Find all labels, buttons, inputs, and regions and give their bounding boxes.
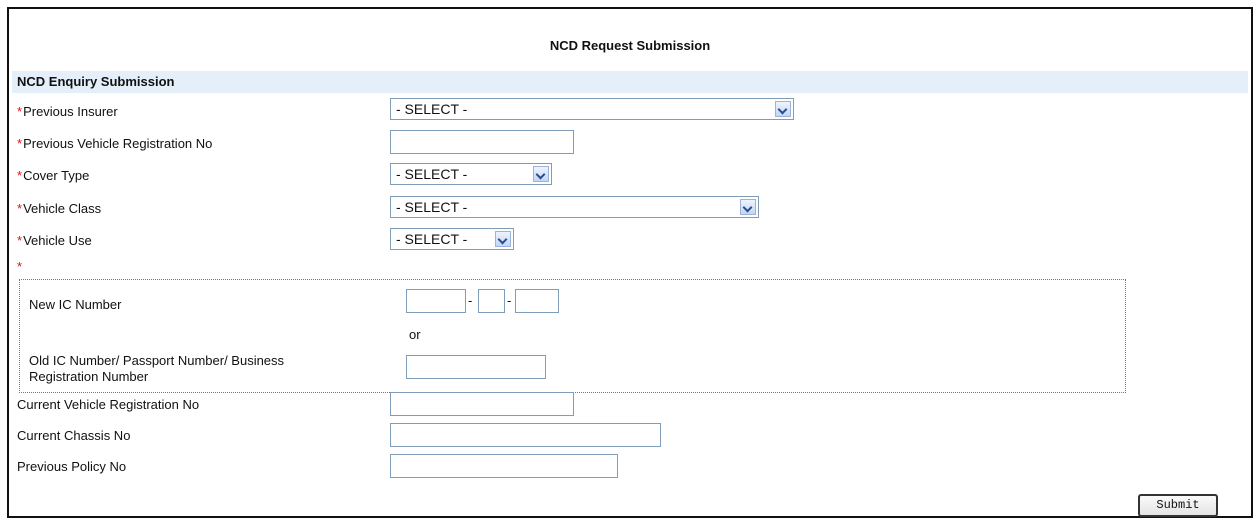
vehicle-use-label: *Vehicle Use (17, 233, 92, 248)
new-ic-part2-input[interactable] (478, 289, 505, 313)
form-panel: NCD Request Submission NCD Enquiry Submi… (7, 7, 1253, 518)
ic-separator: - (468, 293, 473, 308)
previous-insurer-label: *Previous Insurer (17, 104, 118, 119)
chevron-down-icon[interactable] (775, 101, 791, 117)
ic-separator: - (507, 293, 512, 308)
required-asterisk: * (17, 168, 23, 183)
submit-button[interactable]: Submit (1138, 494, 1218, 517)
old-ic-input[interactable] (406, 355, 546, 379)
current-chassis-label: Current Chassis No (17, 428, 131, 443)
new-ic-part1-input[interactable] (406, 289, 466, 313)
previous-insurer-select[interactable]: - SELECT - (390, 98, 794, 120)
previous-policy-label: Previous Policy No (17, 459, 127, 474)
previous-policy-input[interactable] (390, 454, 618, 478)
previous-vehicle-reg-label: *Previous Vehicle Registration No (17, 136, 213, 151)
cover-type-select[interactable]: - SELECT - (390, 163, 552, 185)
ic-number-group: New IC Number - - or Old IC Number/ Pass… (19, 279, 1126, 393)
current-vehicle-reg-label: Current Vehicle Registration No (17, 397, 200, 412)
previous-vehicle-reg-input[interactable] (390, 130, 574, 154)
new-ic-label: New IC Number (29, 297, 122, 312)
required-asterisk: * (17, 136, 23, 151)
chevron-down-icon[interactable] (740, 199, 756, 215)
ic-required-asterisk: * (17, 259, 23, 274)
page-title: NCD Request Submission (549, 38, 711, 53)
new-ic-part3-input[interactable] (515, 289, 559, 313)
section-header: NCD Enquiry Submission (12, 71, 1248, 93)
required-asterisk: * (17, 104, 23, 119)
vehicle-class-label: *Vehicle Class (17, 201, 102, 216)
current-vehicle-reg-input[interactable] (390, 392, 574, 416)
cover-type-label: *Cover Type (17, 168, 90, 183)
old-ic-label-line1: Old IC Number/ Passport Number/ Business (29, 353, 285, 368)
old-ic-label-line2: Registration Number (29, 369, 149, 384)
chevron-down-icon[interactable] (495, 231, 511, 247)
vehicle-class-select[interactable]: - SELECT - (390, 196, 759, 218)
required-asterisk: * (17, 233, 23, 248)
current-chassis-input[interactable] (390, 423, 661, 447)
or-text: or (409, 327, 421, 342)
vehicle-use-select[interactable]: - SELECT - (390, 228, 514, 250)
required-asterisk: * (17, 201, 23, 216)
chevron-down-icon[interactable] (533, 166, 549, 182)
